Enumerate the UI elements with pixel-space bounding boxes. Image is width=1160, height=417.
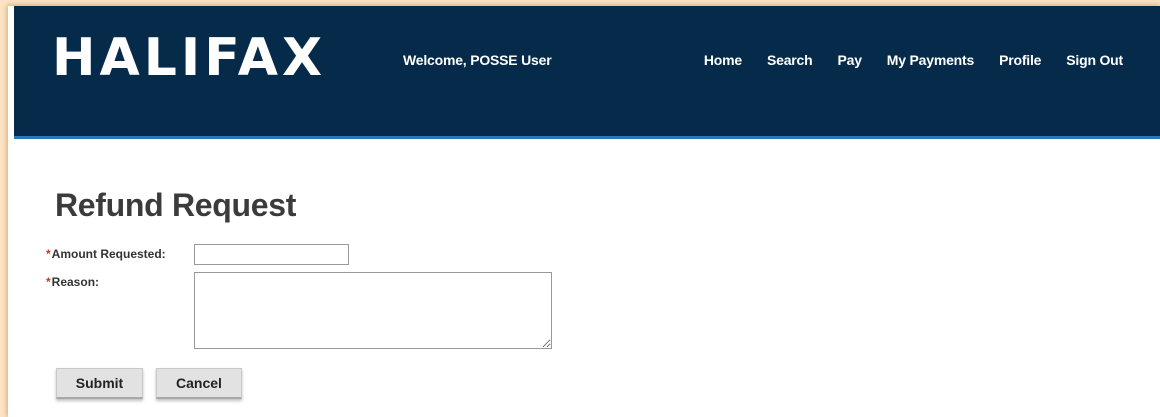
nav-profile-link[interactable]: Profile [999,52,1041,68]
nav-sign-out-link[interactable]: Sign Out [1066,52,1123,68]
reason-label: *Reason: [46,272,194,289]
page-title: Refund Request [55,187,297,223]
nav-search-link[interactable]: Search [767,52,813,68]
submit-button[interactable]: Submit [56,368,143,399]
required-marker: * [46,275,51,289]
nav-my-payments-link[interactable]: My Payments [887,52,974,68]
cancel-button[interactable]: Cancel [156,368,242,399]
required-marker: * [46,247,51,261]
nav-home-link[interactable]: Home [704,52,742,68]
amount-requested-label: *Amount Requested: [46,244,194,261]
site-header: HALIFAX Welcome, POSSE User Home Search … [14,6,1160,139]
main-nav: Home Search Pay My Payments Profile Sign… [679,52,1123,68]
welcome-message: Welcome, POSSE User [403,52,552,68]
halifax-logo[interactable]: HALIFAX [52,32,326,84]
reason-label-text: Reason: [51,275,100,289]
reason-textarea[interactable] [194,272,552,349]
reason-row: *Reason: [46,272,552,349]
amount-requested-input[interactable] [194,244,349,265]
amount-requested-row: *Amount Requested: [46,244,349,265]
amount-requested-label-text: Amount Requested: [51,247,166,261]
nav-pay-link[interactable]: Pay [837,52,862,68]
browser-page: HALIFAX Welcome, POSSE User Home Search … [8,6,1160,417]
